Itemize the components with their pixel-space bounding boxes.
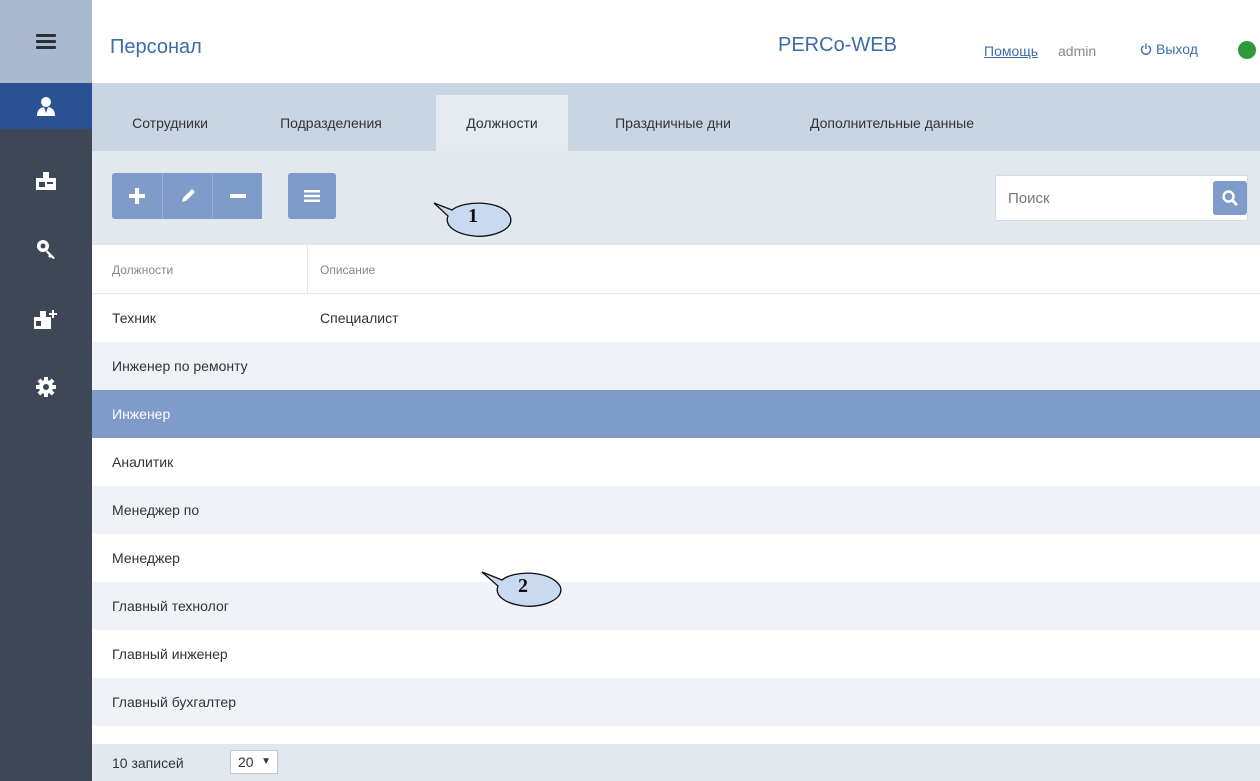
list-icon (304, 190, 320, 202)
sidebar-item-settings[interactable] (0, 364, 92, 410)
sidebar-item-add-card[interactable] (0, 296, 92, 342)
plus-icon (129, 188, 145, 204)
key-icon (37, 240, 55, 259)
header: Персонал PERCo-WEB Помощь admin Выход (92, 0, 1260, 83)
tab-bar: Сотрудники Подразделения Должности Празд… (92, 83, 1260, 151)
cell-position: Менеджер по (112, 502, 200, 518)
cell-position: Аналитик (112, 454, 174, 470)
column-header-description[interactable]: Описание (320, 245, 375, 294)
search-icon (1222, 190, 1239, 207)
logout-label: Выход (1156, 41, 1198, 57)
positions-table: Должности Описание Техник Специалист Инж… (92, 245, 1260, 726)
minus-icon (229, 194, 246, 198)
logout-button[interactable]: Выход (1140, 41, 1198, 57)
callout-1: 1 (430, 196, 520, 242)
table-footer: 10 записей 20 ▼ (92, 744, 1260, 781)
callout-2: 2 (478, 566, 570, 612)
tab-holidays[interactable]: Праздничные дни (582, 95, 764, 151)
power-icon (1140, 43, 1152, 55)
edit-button[interactable] (162, 173, 212, 219)
table-row[interactable]: Менеджер (92, 534, 1260, 582)
search-box (995, 175, 1248, 221)
page-size-select[interactable]: 20 ▼ (230, 750, 278, 774)
help-link[interactable]: Помощь (984, 43, 1038, 59)
table-row-selected[interactable]: Инженер (92, 390, 1260, 438)
cell-position: Инженер (112, 406, 171, 422)
table-row[interactable]: Инженер по ремонту (92, 342, 1260, 390)
page-title: Персонал (110, 36, 202, 58)
delete-button[interactable] (212, 173, 262, 219)
cell-description: Специалист (320, 310, 399, 326)
cell-position: Техник (112, 310, 156, 326)
dropdown-arrow-icon: ▼ (261, 756, 271, 767)
table-row[interactable]: Главный инженер (92, 630, 1260, 678)
tab-departments[interactable]: Подразделения (256, 95, 406, 151)
id-card-icon (36, 172, 56, 190)
user-name: admin (1058, 43, 1097, 59)
record-count: 10 записей (112, 755, 184, 771)
status-indicator (1238, 41, 1256, 59)
table-row[interactable]: Техник Специалист (92, 294, 1260, 342)
sidebar-item-keys[interactable] (0, 226, 92, 272)
add-card-icon (34, 310, 57, 329)
tab-positions[interactable]: Должности (436, 95, 568, 151)
menu-toggle[interactable] (0, 0, 92, 83)
cell-position: Главный технолог (112, 598, 229, 614)
pencil-icon (181, 189, 195, 202)
search-button[interactable] (1213, 181, 1247, 215)
person-icon (37, 97, 55, 116)
tab-employees[interactable]: Сотрудники (106, 95, 234, 151)
add-button[interactable] (112, 173, 162, 219)
toolbar (92, 151, 1260, 245)
table-row[interactable]: Главный бухгалтер (92, 678, 1260, 726)
callout-2-label: 2 (518, 575, 528, 597)
table-row[interactable]: Менеджер по (92, 486, 1260, 534)
table-row[interactable]: Аналитик (92, 438, 1260, 486)
column-header-positions[interactable]: Должности (112, 245, 173, 294)
callout-1-label: 1 (468, 205, 478, 227)
sidebar (0, 0, 92, 781)
table-header: Должности Описание (92, 245, 1260, 294)
app-name: PERCo-WEB (778, 34, 897, 56)
gear-icon (36, 377, 56, 397)
sidebar-item-personnel[interactable] (0, 83, 92, 129)
table-row[interactable]: Главный технолог (92, 582, 1260, 630)
tab-additional-data[interactable]: Дополнительные данные (778, 95, 1006, 151)
column-divider (307, 245, 308, 294)
cell-position: Главный бухгалтер (112, 694, 236, 710)
sidebar-item-access[interactable] (0, 158, 92, 204)
hamburger-icon[interactable] (36, 31, 56, 52)
page-size-value: 20 (238, 754, 254, 770)
search-input[interactable] (996, 176, 1206, 220)
edit-button-group (112, 173, 264, 219)
menu-button[interactable] (288, 173, 336, 219)
cell-position: Инженер по ремонту (112, 358, 248, 374)
cell-position: Менеджер (112, 550, 180, 566)
cell-position: Главный инженер (112, 646, 228, 662)
